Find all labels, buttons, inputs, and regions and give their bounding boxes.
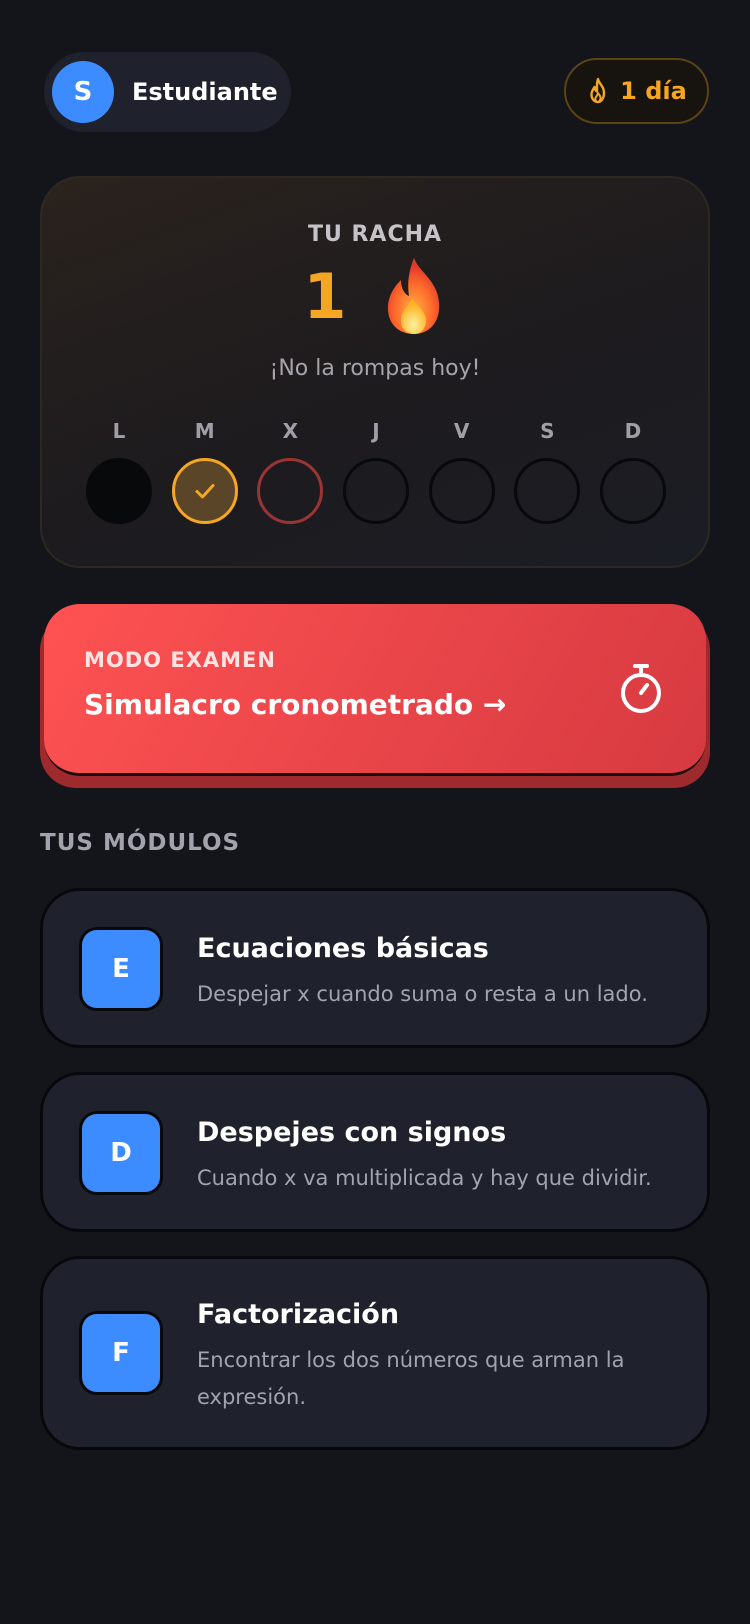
streak-badge-label: 1 día (620, 77, 687, 105)
user-profile-pill[interactable]: S Estudiante (44, 52, 291, 132)
streak-label: TU RACHA (307, 222, 443, 247)
day-circle-empty (342, 458, 409, 524)
day-letter: M (194, 419, 215, 443)
day-tuesday: M (171, 418, 238, 524)
streak-count: 1 (303, 259, 347, 333)
day-letter: D (624, 419, 642, 443)
streak-card: TU RACHA 1 ¡No la rompas hoy! L M X J V … (40, 176, 710, 568)
module-card-factorizacion[interactable]: F Factorización Encontrar los dos número… (40, 1256, 710, 1450)
flame-icon (590, 77, 606, 104)
week-days: L M X J V S D (86, 418, 666, 524)
module-card-ecuaciones[interactable]: E Ecuaciones básicas Despejar x cuando s… (40, 888, 710, 1048)
streak-badge[interactable]: 1 día (564, 58, 709, 124)
modules-section-title: TUS MÓDULOS (40, 830, 241, 856)
day-circle-today (257, 458, 324, 524)
stopwatch-icon (621, 664, 661, 713)
module-badge: D (79, 1111, 163, 1195)
day-saturday: S (514, 418, 581, 524)
user-name: Estudiante (132, 78, 278, 106)
streak-subtitle: ¡No la rompas hoy! (269, 356, 481, 381)
module-title: Despejes con signos (197, 1117, 507, 1148)
day-letter: J (372, 419, 380, 443)
day-circle-empty (599, 458, 666, 524)
module-title: Ecuaciones básicas (197, 933, 489, 964)
day-wednesday: X (257, 418, 324, 524)
day-letter: S (540, 419, 555, 443)
avatar: S (52, 61, 114, 123)
day-friday: V (428, 418, 495, 524)
module-badge: F (79, 1311, 163, 1395)
exam-title: Simulacro cronometrado → (84, 688, 507, 721)
module-description: Despejar x cuando suma o resta a un lado… (197, 982, 648, 1006)
day-circle-filled (86, 458, 152, 524)
day-letter: L (112, 419, 126, 443)
day-circle-done (171, 458, 238, 524)
flame-emoji-icon (387, 258, 439, 334)
exam-mode-button[interactable]: MODO EXAMEN Simulacro cronometrado → (44, 604, 706, 776)
streak-row: 1 (42, 256, 708, 336)
day-circle-empty (514, 458, 581, 524)
day-circle-empty (428, 458, 495, 524)
day-sunday: D (599, 418, 666, 524)
day-letter: V (453, 419, 470, 443)
check-icon (195, 484, 215, 499)
module-title: Factorización (197, 1299, 400, 1330)
day-letter: X (282, 419, 299, 443)
module-description: Cuando x va multiplicada y hay que divid… (197, 1166, 652, 1190)
module-description: Encontrar los dos números que arman la e… (197, 1348, 625, 1409)
day-thursday: J (342, 418, 409, 524)
module-badge: E (79, 927, 163, 1011)
module-card-despejes[interactable]: D Despejes con signos Cuando x va multip… (40, 1072, 710, 1232)
exam-kicker: MODO EXAMEN (84, 648, 276, 672)
day-monday: L (86, 418, 152, 524)
app-screen: S Estudiante 1 día TU RACHA 1 ¡No la rom… (0, 0, 750, 1624)
